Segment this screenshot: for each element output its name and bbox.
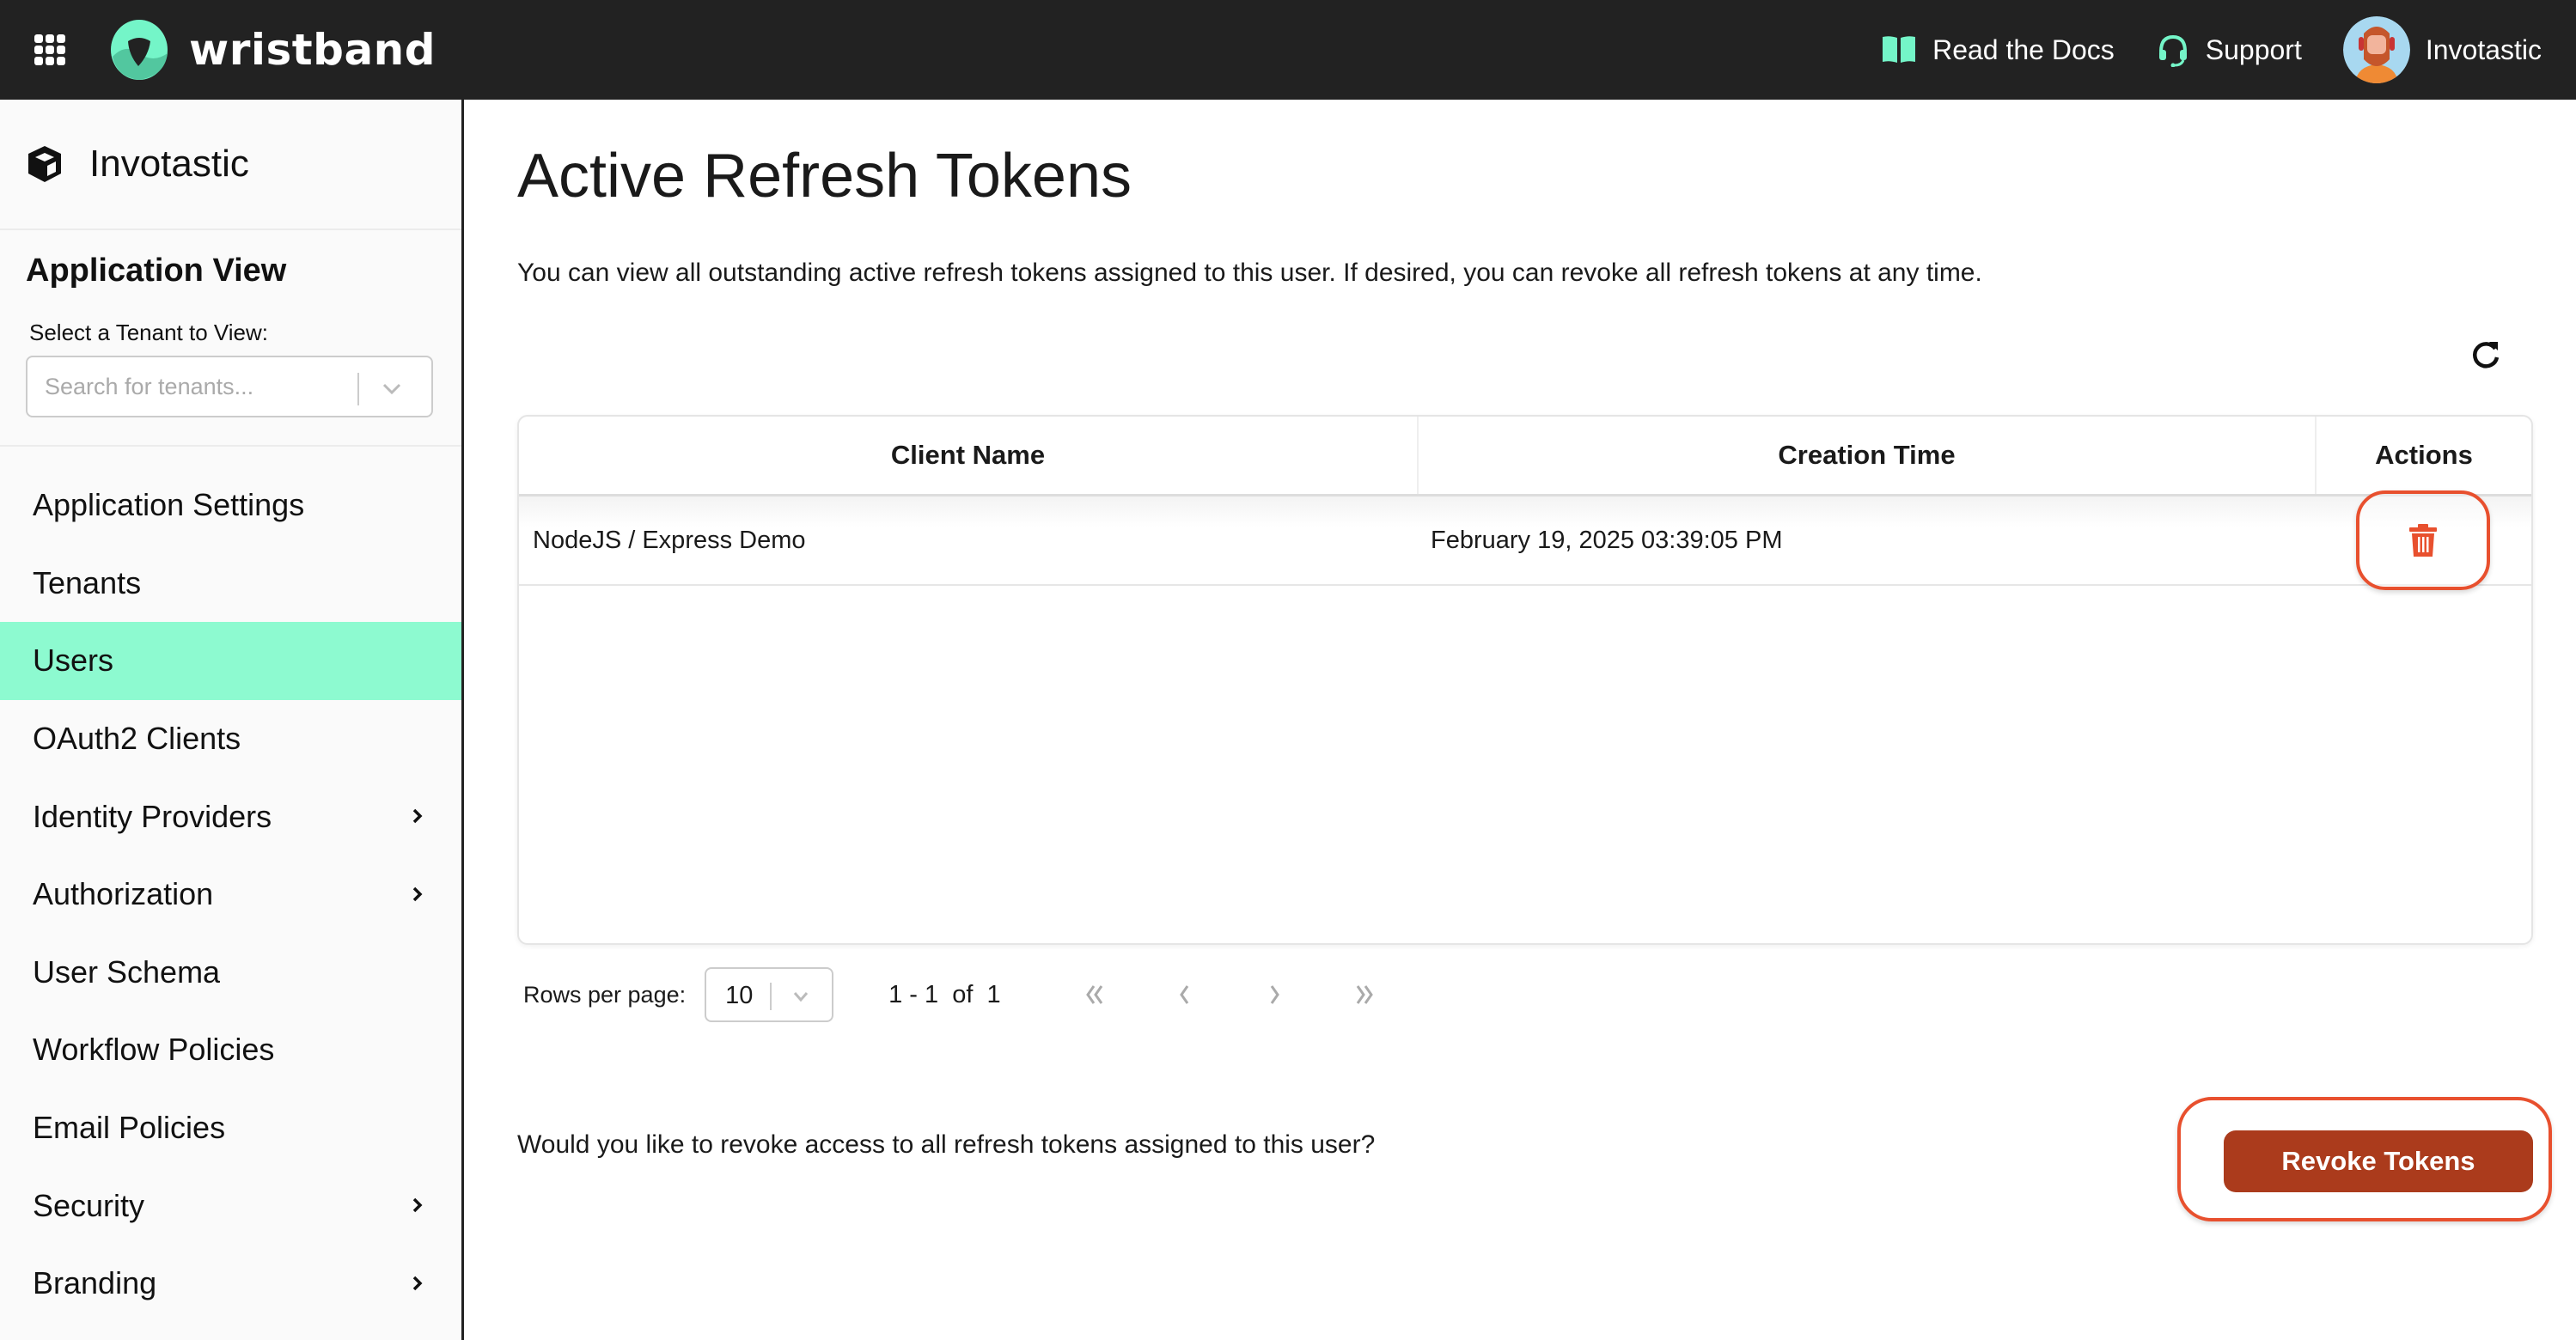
book-icon xyxy=(1883,36,1916,63)
sidebar-item-label: Tenants xyxy=(33,564,142,600)
previous-page-icon[interactable] xyxy=(1168,978,1202,1012)
sidebar-item-user-schema[interactable]: User Schema xyxy=(0,934,461,1012)
tenant-search-placeholder: Search for tenants... xyxy=(45,374,254,399)
column-header-creation-time[interactable]: Creation Time xyxy=(1417,417,2315,494)
revoke-token-button[interactable] xyxy=(2356,490,2490,590)
sidebar-item-label: Branding xyxy=(33,1265,157,1301)
top-bar: wristband Read the Docs Support Invotast… xyxy=(0,0,2576,100)
cell-actions xyxy=(2315,490,2531,590)
page-title: Active Refresh Tokens xyxy=(517,142,1132,210)
sidebar-item-branding[interactable]: Branding xyxy=(0,1245,461,1323)
sidebar-item-label: Authorization xyxy=(33,876,214,912)
sidebar-item-identity-providers[interactable]: Identity Providers xyxy=(0,777,461,856)
sidebar-item-oauth2-clients[interactable]: OAuth2 Clients xyxy=(0,700,461,778)
sidebar-nav: Application Settings Tenants Users OAuth… xyxy=(0,466,461,1323)
rows-per-page-value: 10 xyxy=(725,982,754,1009)
cell-client-name: NodeJS / Express Demo xyxy=(533,526,806,554)
brand-logo[interactable]: wristband xyxy=(108,17,436,82)
pagination: Rows per page: 10 1 - 1 of 1 xyxy=(523,967,1381,1022)
next-page-icon[interactable] xyxy=(1257,978,1291,1012)
sidebar-divider xyxy=(0,445,461,447)
sidebar-item-label: Workflow Policies xyxy=(33,1032,275,1068)
main-content: Active Refresh Tokens You can view all o… xyxy=(465,100,2576,1340)
sidebar-item-workflow-policies[interactable]: Workflow Policies xyxy=(0,1011,461,1089)
chevron-right-icon xyxy=(412,886,423,902)
revoke-question: Would you like to revoke access to all r… xyxy=(517,1130,1376,1159)
select-separator xyxy=(770,983,772,1010)
read-the-docs-label: Read the Docs xyxy=(1932,34,2115,65)
support-link[interactable]: Support xyxy=(2156,33,2302,67)
sidebar-item-label: Users xyxy=(33,643,114,679)
chevron-down-icon xyxy=(793,992,809,1002)
column-header-client-name[interactable]: Client Name xyxy=(519,417,1417,494)
sidebar-item-label: Security xyxy=(33,1187,145,1223)
page-description: You can view all outstanding active refr… xyxy=(517,259,1982,287)
support-label: Support xyxy=(2205,34,2302,65)
tokens-table: Client Name Creation Time Actions NodeJS… xyxy=(517,415,2533,945)
column-header-actions: Actions xyxy=(2315,417,2531,494)
tenant-search-select[interactable]: Search for tenants... xyxy=(26,356,433,417)
sidebar-item-security[interactable]: Security xyxy=(0,1166,461,1245)
refresh-icon[interactable] xyxy=(2469,337,2503,371)
chevron-right-icon xyxy=(412,1198,423,1213)
sidebar-item-label: OAuth2 Clients xyxy=(33,721,241,757)
table-row: NodeJS / Express Demo February 19, 2025 … xyxy=(519,490,2531,590)
last-page-icon[interactable] xyxy=(1346,978,1381,1012)
user-menu[interactable]: Invotastic xyxy=(2342,16,2542,83)
sidebar-item-label: User Schema xyxy=(33,953,221,990)
first-page-icon[interactable] xyxy=(1078,978,1113,1012)
sidebar-item-label: Application Settings xyxy=(33,487,305,523)
sidebar-item-authorization[interactable]: Authorization xyxy=(0,856,461,934)
app-launcher-icon[interactable] xyxy=(34,34,65,65)
section-title: Application View xyxy=(26,253,287,289)
trash-icon xyxy=(2409,524,2437,557)
rows-per-page-label: Rows per page: xyxy=(523,981,687,1008)
sidebar-item-application-settings[interactable]: Application Settings xyxy=(0,466,461,545)
sidebar-divider xyxy=(0,228,461,230)
page-range: 1 - 1 of 1 xyxy=(888,980,1001,1008)
sidebar: Invotastic Application View Select a Ten… xyxy=(0,100,464,1340)
chevron-down-icon[interactable] xyxy=(376,373,407,404)
org-switcher[interactable]: Invotastic xyxy=(26,134,249,194)
sidebar-item-email-policies[interactable]: Email Policies xyxy=(0,1089,461,1167)
chevron-right-icon xyxy=(412,1276,423,1291)
table-header: Client Name Creation Time Actions xyxy=(519,417,2531,496)
chevron-right-icon xyxy=(412,809,423,824)
sidebar-item-label: Identity Providers xyxy=(33,798,272,834)
headset-icon xyxy=(2158,34,2187,67)
cube-icon xyxy=(28,146,61,182)
read-the-docs-link[interactable]: Read the Docs xyxy=(1881,34,2115,66)
sidebar-item-users[interactable]: Users xyxy=(0,622,461,700)
revoke-tokens-button[interactable]: Revoke Tokens xyxy=(2224,1130,2533,1192)
select-separator xyxy=(357,373,359,405)
avatar xyxy=(2342,16,2410,83)
rows-per-page-select[interactable]: 10 xyxy=(705,967,834,1022)
cell-creation-time: February 19, 2025 03:39:05 PM xyxy=(1431,526,1783,554)
tenant-select-label: Select a Tenant to View: xyxy=(29,320,269,345)
wristband-logo-icon xyxy=(111,20,168,80)
sidebar-item-tenants[interactable]: Tenants xyxy=(0,545,461,623)
sidebar-item-label: Email Policies xyxy=(33,1110,226,1146)
org-name: Invotastic xyxy=(89,143,249,185)
brand-name: wristband xyxy=(189,25,436,75)
user-name: Invotastic xyxy=(2425,34,2542,65)
